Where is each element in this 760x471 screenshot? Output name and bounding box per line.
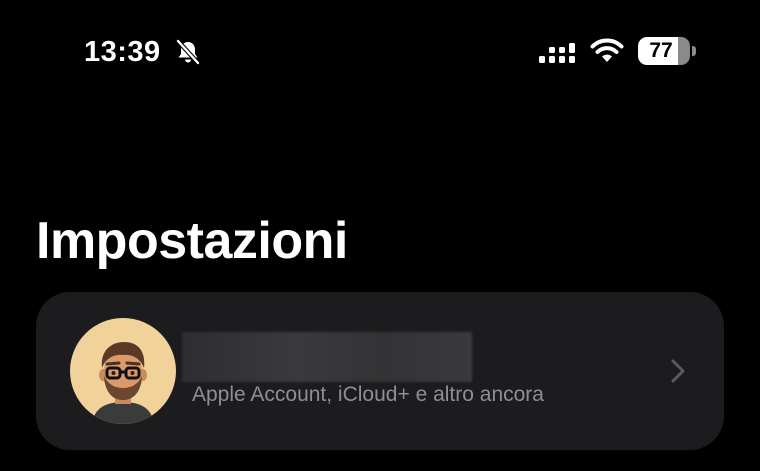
- memoji-avatar-icon: [92, 342, 154, 424]
- wifi-icon: [590, 38, 624, 62]
- chevron-right-icon: [671, 359, 685, 383]
- battery-body: 77: [638, 37, 690, 65]
- account-name-redacted: [182, 332, 472, 382]
- memoji-avatar: [70, 318, 176, 424]
- apple-account-row[interactable]: Apple Account, iCloud+ e altro ancora: [36, 292, 724, 450]
- battery-indicator: 77: [638, 37, 698, 67]
- page-title: Impostazioni: [36, 212, 348, 270]
- account-subtitle: Apple Account, iCloud+ e altro ancora: [192, 383, 544, 406]
- status-bar: 13:39 77: [0, 0, 760, 100]
- battery-level: 77: [649, 39, 673, 62]
- battery-cap: [692, 46, 696, 56]
- bell-slash-icon: [176, 39, 200, 65]
- cellular-signal-icon: [539, 43, 575, 63]
- status-time: 13:39: [84, 36, 161, 68]
